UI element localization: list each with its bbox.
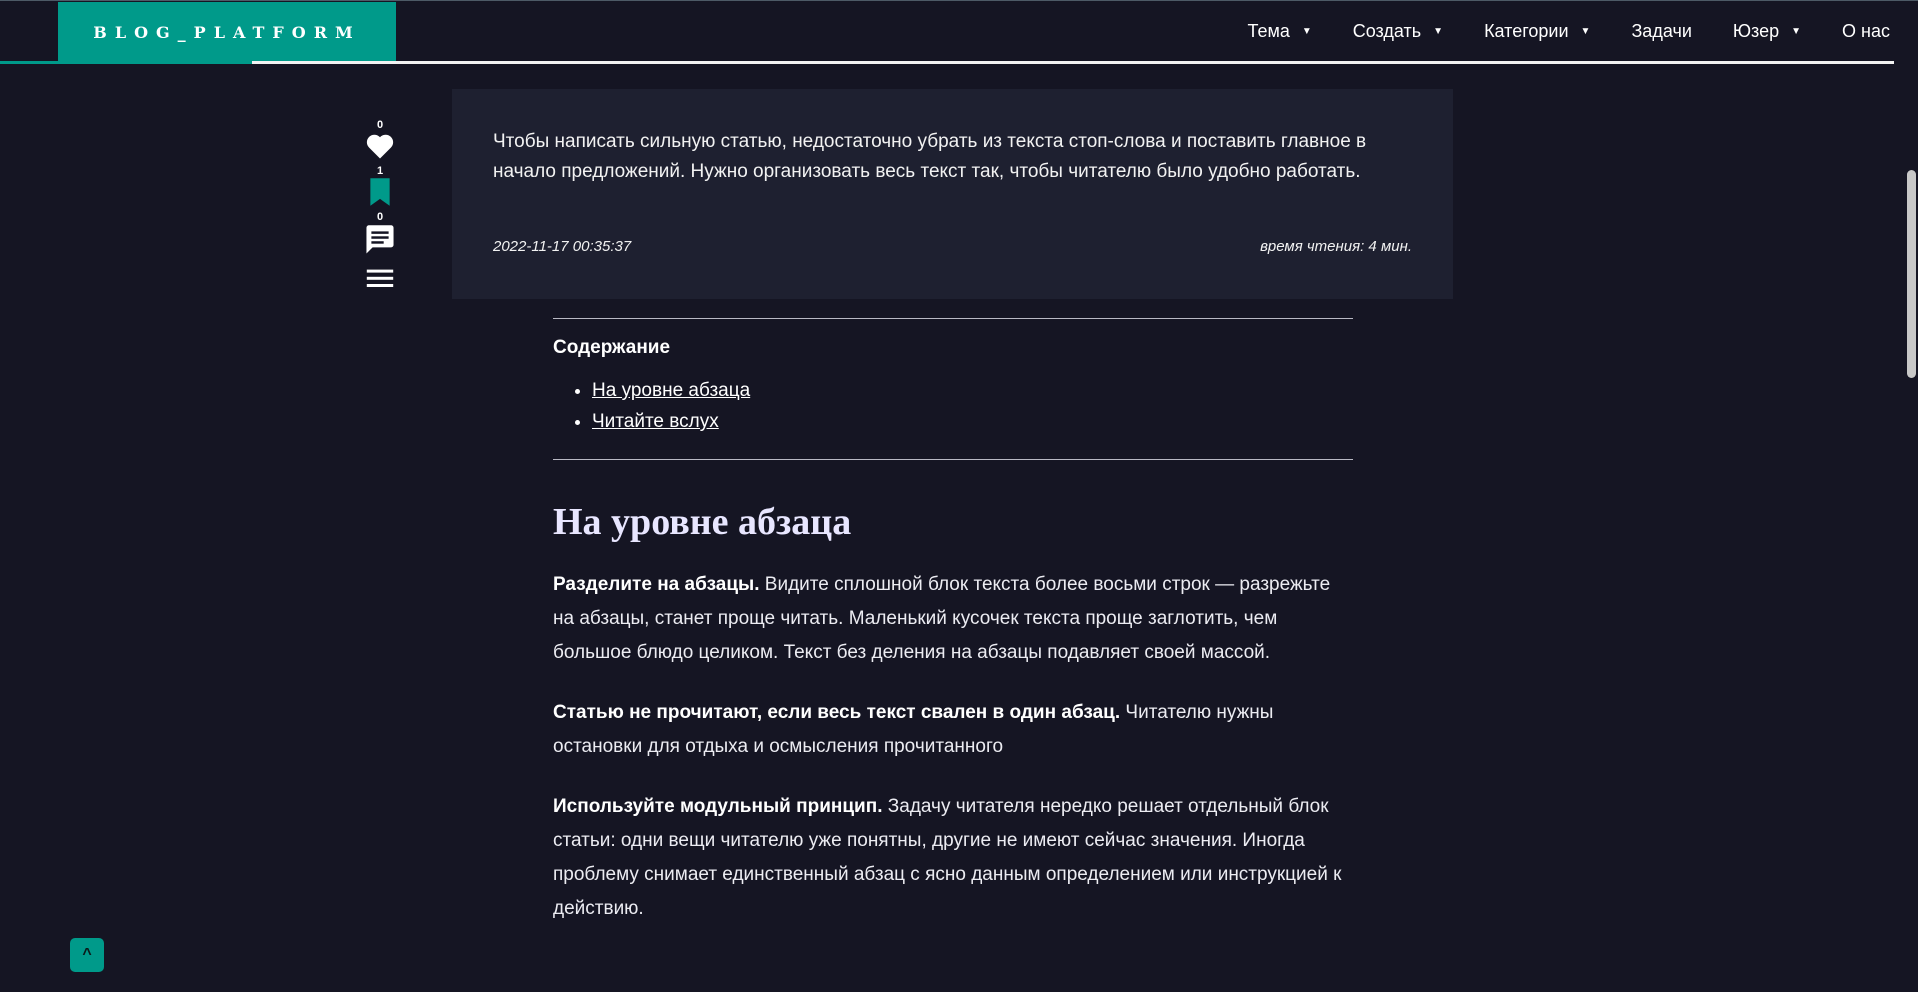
nav-item-user[interactable]: Юзер ▼ <box>1733 21 1801 42</box>
nav-item-tasks[interactable]: Задачи <box>1631 21 1691 42</box>
nav-label: О нас <box>1842 20 1890 41</box>
back-to-top-button[interactable]: ^ <box>70 938 104 972</box>
table-of-contents: На уровне абзаца Читайте вслух <box>553 375 1353 437</box>
toc-item: На уровне абзаца <box>592 375 1353 406</box>
bookmark-icon[interactable] <box>369 178 391 206</box>
brand-logo[interactable]: BLOG_PLATFORM <box>58 2 396 62</box>
nav-item-topic[interactable]: Тема ▼ <box>1247 21 1311 42</box>
paragraph-lead: Статью не прочитают, если весь текст сва… <box>553 702 1121 723</box>
summary-text: Чтобы написать сильную статью, недостато… <box>493 131 1367 182</box>
section-heading: На уровне абзаца <box>553 501 852 543</box>
toc-title: Содержание <box>553 337 671 358</box>
top-navigation-bar: BLOG_PLATFORM Тема ▼ Создать ▼ Категории… <box>0 0 1918 64</box>
comments-count: 0 <box>376 211 384 223</box>
toc-link-read-aloud[interactable]: Читайте вслух <box>592 411 719 432</box>
nav-label: Тема <box>1247 20 1290 41</box>
nav-label: Юзер <box>1732 20 1780 41</box>
nav-item-about[interactable]: О нас <box>1842 21 1890 42</box>
comment-icon[interactable] <box>365 224 395 256</box>
paragraph: Статью не прочитают, если весь текст сва… <box>553 696 1353 764</box>
publish-date: 2022-11-17 00:35:37 <box>493 238 632 255</box>
main-nav: Тема ▼ Создать ▼ Категории ▼ Задачи Юзер… <box>1206 1 1890 61</box>
toc-link-paragraph-level[interactable]: На уровне абзаца <box>592 380 750 401</box>
nav-label: Задачи <box>1631 20 1692 41</box>
nav-label: Создать <box>1352 20 1422 41</box>
heart-icon[interactable] <box>365 132 395 160</box>
caret-down-icon: ▼ <box>1301 25 1312 37</box>
chevron-up-icon: ^ <box>82 946 92 963</box>
bookmarks-count: 1 <box>376 165 384 177</box>
page-scrollbar[interactable] <box>1903 64 1918 992</box>
scrollbar-thumb[interactable] <box>1907 170 1916 378</box>
menu-icon[interactable] <box>365 266 395 290</box>
nav-item-create[interactable]: Создать ▼ <box>1353 21 1443 42</box>
divider <box>553 318 1353 319</box>
side-actions: 0 1 0 <box>360 118 400 290</box>
brand-underline <box>0 61 252 64</box>
toc-item: Читайте вслух <box>592 406 1353 437</box>
nav-label: Категории <box>1484 20 1569 41</box>
article-summary-card: Чтобы написать сильную статью, недостато… <box>452 89 1453 299</box>
brand-name: BLOG_PLATFORM <box>93 22 361 42</box>
caret-down-icon: ▼ <box>1433 25 1444 37</box>
nav-item-categories[interactable]: Категории ▼ <box>1484 21 1590 42</box>
paragraph-lead: Используйте модульный принцип. <box>553 796 883 817</box>
reading-time: время чтения: 4 мин. <box>1260 238 1412 255</box>
caret-down-icon: ▼ <box>1791 25 1802 37</box>
caret-down-icon: ▼ <box>1580 25 1591 37</box>
paragraph: Используйте модульный принцип. Задачу чи… <box>553 790 1353 926</box>
divider <box>553 459 1353 460</box>
paragraph-lead: Разделите на абзацы. <box>553 574 760 595</box>
paragraph: Разделите на абзацы. Видите сплошной бло… <box>553 568 1353 670</box>
article-body: Содержание На уровне абзаца Читайте вслу… <box>553 318 1353 926</box>
reading-progress-bar <box>252 61 1894 64</box>
likes-count: 0 <box>376 119 384 131</box>
